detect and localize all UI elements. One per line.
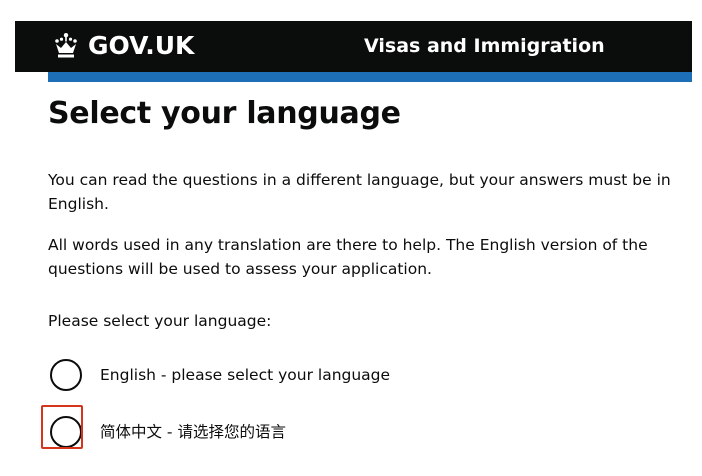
intro-paragraph: You can read the questions in a differen…	[48, 171, 671, 213]
radio-wrap-chinese	[41, 405, 84, 450]
radio-option-english[interactable]: English - please select your language	[48, 357, 390, 393]
page: GOV.UK Visas and Immigration Select your…	[0, 0, 702, 476]
site-header: GOV.UK Visas and Immigration	[15, 21, 692, 72]
radio-label-chinese: 简体中文 - 请选择您的语言	[100, 423, 286, 441]
govuk-logo-link[interactable]: GOV.UK	[52, 30, 194, 62]
radio-option-chinese[interactable]: 简体中文 - 请选择您的语言	[41, 405, 286, 450]
language-prompt: Please select your language:	[48, 312, 272, 330]
radio-wrap-english	[48, 357, 84, 393]
radio-button-chinese[interactable]	[50, 416, 82, 448]
logo-text: GOV.UK	[88, 31, 195, 60]
service-name-link[interactable]: Visas and Immigration	[364, 33, 605, 59]
main-content: Select your language You can read the qu…	[41, 92, 678, 449]
page-title: Select your language	[48, 96, 401, 131]
translation-notice: All words used in any translation are th…	[48, 236, 648, 278]
header-blue-rule	[48, 72, 692, 82]
radio-button-english[interactable]	[50, 359, 82, 391]
crown-icon	[55, 33, 77, 58]
radio-label-english: English - please select your language	[100, 366, 391, 384]
